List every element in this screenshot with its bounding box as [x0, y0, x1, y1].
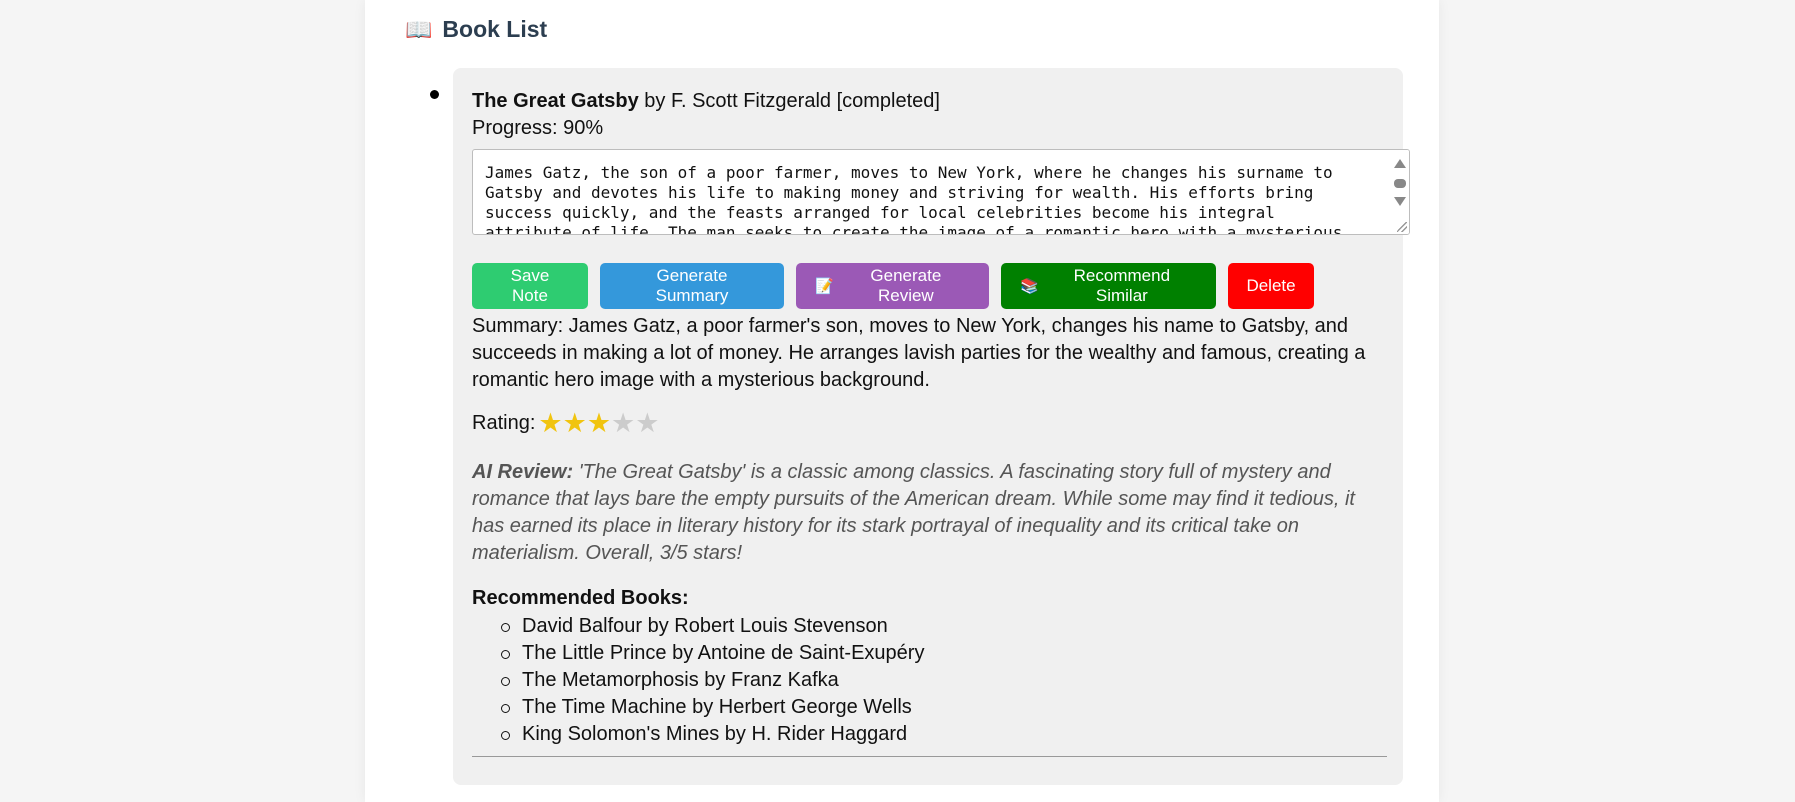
- rating-label: Rating:: [472, 412, 536, 434]
- action-buttons: Save Note Generate Summary 📝 Generate Re…: [472, 263, 1387, 309]
- open-book-icon: 📖: [405, 16, 433, 42]
- recommended-books-list: David Balfour by Robert Louis Stevenson …: [472, 613, 1387, 748]
- note-text[interactable]: James Gatz, the son of a poor farmer, mo…: [473, 150, 1409, 234]
- recommended-book-item: The Little Prince by Antoine de Saint-Ex…: [501, 640, 1387, 667]
- star-empty-icon: ★: [611, 408, 636, 438]
- scroll-up-arrow-icon[interactable]: [1394, 159, 1406, 168]
- star-empty-icon: ★: [635, 408, 660, 438]
- ai-review-label: AI Review:: [472, 461, 574, 483]
- memo-icon: 📝: [815, 278, 834, 295]
- generate-summary-button[interactable]: Generate Summary: [600, 263, 784, 309]
- rating-stars: ★ ★ ★ ★ ★: [538, 410, 659, 437]
- book-title: The Great Gatsby: [472, 90, 639, 112]
- page-title: Book List: [442, 16, 548, 42]
- recommended-book-item: The Time Machine by Herbert George Wells: [501, 694, 1387, 721]
- page-heading: 📖 Book List: [405, 16, 547, 43]
- resize-handle-icon[interactable]: [1397, 222, 1407, 232]
- recommended-book-item: King Solomon's Mines by H. Rider Haggard: [501, 721, 1387, 748]
- books-icon: 📚: [1020, 278, 1039, 295]
- delete-button[interactable]: Delete: [1228, 263, 1314, 309]
- scroll-thumb[interactable]: [1394, 179, 1406, 188]
- star-filled-icon: ★: [538, 408, 563, 438]
- book-summary: Summary: James Gatz, a poor farmer's son…: [472, 315, 1366, 391]
- book-card: The Great Gatsby by F. Scott Fitzgerald …: [453, 68, 1410, 785]
- scroll-down-arrow-icon[interactable]: [1394, 197, 1406, 206]
- star-filled-icon: ★: [586, 408, 612, 438]
- main-container: 📖 Book List The Great Gatsby by F. Scott…: [365, 0, 1439, 802]
- save-note-button[interactable]: Save Note: [472, 263, 588, 309]
- recommended-book-item: David Balfour by Robert Louis Stevenson: [501, 613, 1387, 640]
- recommend-similar-label: Recommend Similar: [1073, 266, 1171, 305]
- recommend-similar-button[interactable]: 📚 Recommend Similar: [1001, 263, 1216, 309]
- ai-review: AI Review: 'The Great Gatsby' is a class…: [472, 459, 1387, 567]
- list-bullet: [430, 90, 439, 99]
- ai-review-text: 'The Great Gatsby' is a classic among cl…: [472, 461, 1355, 564]
- book-author-status: by F. Scott Fitzgerald [completed]: [644, 90, 940, 112]
- divider: [472, 756, 1387, 757]
- generate-review-button[interactable]: 📝 Generate Review: [796, 263, 989, 309]
- note-textarea[interactable]: James Gatz, the son of a poor farmer, mo…: [472, 149, 1410, 235]
- book-title-line: The Great Gatsby by F. Scott Fitzgerald …: [472, 88, 1387, 115]
- star-filled-icon: ★: [562, 408, 587, 438]
- recommended-book-item: The Metamorphosis by Franz Kafka: [501, 667, 1387, 694]
- recommended-books-title: Recommended Books:: [472, 587, 689, 609]
- rating-row: Rating: ★ ★ ★ ★ ★: [472, 410, 1387, 437]
- book-progress: Progress: 90%: [472, 117, 604, 139]
- generate-review-label: Generate Review: [870, 266, 942, 305]
